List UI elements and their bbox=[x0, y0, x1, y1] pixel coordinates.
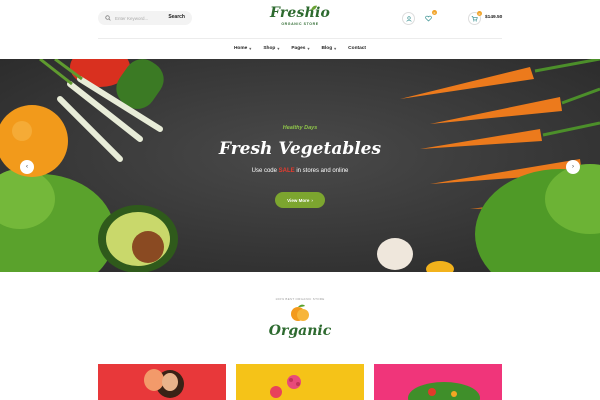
organic-title: Organic bbox=[268, 323, 332, 339]
slider-prev-button[interactable]: ‹ bbox=[20, 160, 34, 174]
chevron-down-icon: ▾ bbox=[307, 46, 310, 51]
category-card-pink[interactable] bbox=[374, 364, 502, 400]
chevron-down-icon: ▾ bbox=[277, 46, 280, 51]
view-more-button[interactable]: View More › bbox=[275, 192, 325, 208]
chevron-right-icon: › bbox=[572, 164, 574, 170]
logo-subtitle: ORGANIC STORE bbox=[281, 22, 319, 26]
orange-fruit-icon bbox=[291, 304, 309, 321]
hero-subtitle: Use code SALE in stores and online bbox=[0, 168, 600, 174]
chevron-left-icon: ‹ bbox=[26, 164, 28, 170]
heart-icon bbox=[425, 15, 432, 22]
chevron-right-icon: › bbox=[311, 197, 313, 203]
hero-eyebrow: Healthy Days bbox=[282, 125, 318, 131]
wishlist-button[interactable]: 0 bbox=[422, 10, 437, 25]
hero-vegetables-image bbox=[0, 59, 600, 272]
nav-item-label: Shop bbox=[263, 46, 276, 51]
cart-count-badge: 0 bbox=[477, 11, 482, 16]
search-bar: Search bbox=[98, 11, 192, 25]
nav-item-contact[interactable]: Contact bbox=[348, 40, 366, 58]
wishlist-count-badge: 0 bbox=[432, 10, 437, 15]
header-divider bbox=[98, 38, 502, 39]
nav-item-label: Contact bbox=[348, 46, 367, 51]
nav-item-label: Pages bbox=[291, 46, 306, 51]
promo-code: SALE bbox=[278, 168, 295, 174]
cart-total[interactable]: $149.50 bbox=[485, 15, 502, 20]
leaf-icon bbox=[311, 5, 317, 11]
chevron-down-icon: ▾ bbox=[249, 46, 252, 51]
hero-subtitle-suffix: in stores and online bbox=[296, 168, 349, 174]
nav-item-pages[interactable]: Pages ▾ bbox=[291, 40, 309, 58]
main-nav: Home ▾ Shop ▾ Pages ▾ Blog ▾ Contact bbox=[0, 40, 600, 58]
hero-slider: Healthy Days Fresh Vegetables Use code S… bbox=[0, 59, 600, 272]
category-card-red[interactable] bbox=[98, 364, 226, 400]
organic-arc-text: 100% BEST ORGANIC STORE bbox=[275, 297, 325, 301]
salad-bowl-image bbox=[408, 382, 480, 400]
nav-item-blog[interactable]: Blog ▾ bbox=[321, 40, 336, 58]
category-card-yellow[interactable] bbox=[236, 364, 364, 400]
search-button[interactable]: Search bbox=[168, 14, 185, 20]
slider-next-button[interactable]: › bbox=[566, 160, 580, 174]
smoothie-image bbox=[270, 375, 301, 398]
nav-item-home[interactable]: Home ▾ bbox=[234, 40, 251, 58]
nav-item-shop[interactable]: Shop ▾ bbox=[263, 40, 279, 58]
logo-title: Freshio bbox=[269, 5, 331, 21]
account-button[interactable] bbox=[402, 12, 415, 25]
hero-subtitle-prefix: Use code bbox=[251, 168, 277, 174]
hero-title: Fresh Vegetables bbox=[218, 139, 382, 159]
search-input[interactable] bbox=[115, 15, 161, 21]
user-icon bbox=[405, 15, 412, 22]
view-more-label: View More bbox=[287, 197, 310, 203]
nav-item-label: Home bbox=[233, 46, 248, 51]
organic-badge: 100% BEST ORGANIC STORE Organic bbox=[262, 297, 338, 345]
chevron-down-icon: ▾ bbox=[334, 46, 337, 51]
site-logo[interactable]: Freshio ORGANIC STORE bbox=[268, 4, 332, 34]
nav-item-label: Blog bbox=[321, 46, 333, 51]
cart-icon bbox=[471, 16, 478, 22]
search-icon bbox=[105, 15, 111, 21]
woman-with-fruit-image bbox=[144, 369, 184, 398]
site-header: Search Freshio ORGANIC STORE 0 0 $149.50 bbox=[0, 0, 600, 38]
cart-button[interactable]: 0 bbox=[468, 11, 482, 25]
